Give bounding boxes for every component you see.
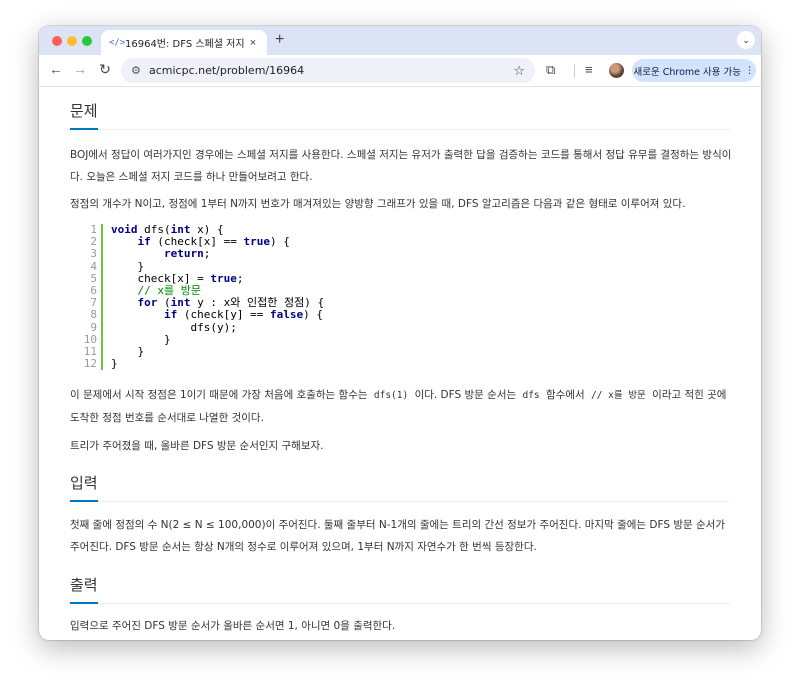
- browser-window: </> 16964번: DFS 스페셜 저지 × + ⌄ ← → ↻ ⚙ acm…: [39, 26, 761, 640]
- new-tab-button[interactable]: +: [275, 31, 284, 49]
- line-number: 3: [83, 248, 103, 261]
- code-line: }: [111, 259, 145, 273]
- reload-icon[interactable]: ↻: [97, 61, 113, 78]
- line-number: 9: [83, 321, 103, 334]
- line-number: 8: [83, 309, 103, 322]
- toolbar-divider: [574, 64, 575, 78]
- output-heading: 출력: [70, 574, 730, 604]
- problem-heading: 문제: [70, 100, 730, 130]
- url-text[interactable]: acmicpc.net/problem/16964: [149, 64, 513, 77]
- tab-search-button[interactable]: ⌄: [737, 31, 755, 49]
- tab-strip: </> 16964번: DFS 스페셜 저지 × + ⌄: [39, 26, 761, 55]
- inline-code: dfs: [522, 390, 540, 401]
- tune-icon[interactable]: ⚙: [131, 64, 149, 77]
- problem-paragraph-2: 정점의 개수가 N이고, 정점에 1부터 N까지 번호가 매겨져있는 양방향 그…: [70, 198, 686, 210]
- media-queue-icon[interactable]: ≡: [585, 62, 593, 77]
- arrow-right-icon[interactable]: →: [72, 61, 88, 77]
- close-window-button[interactable]: [52, 36, 62, 46]
- toolbar: ← → ↻ ⚙ acmicpc.net/problem/16964 ☆ ⧉ ≡ …: [39, 55, 761, 87]
- input-heading: 입력: [70, 472, 730, 502]
- code-line: return;: [163, 247, 211, 261]
- input-paragraph: 첫째 줄에 정점의 수 N(2 ≤ N ≤ 100,000)이 주어진다. 둘째…: [70, 519, 725, 553]
- problem-paragraph-4: 트리가 주어졌을 때, 올바른 DFS 방문 순서인지 구해보자.: [70, 440, 324, 452]
- puzzle-icon[interactable]: ⧉: [546, 62, 555, 78]
- code-line: dfs(y);: [111, 320, 237, 334]
- output-paragraph: 입력으로 주어진 DFS 방문 순서가 올바른 순서면 1, 아니면 0을 출력…: [70, 620, 396, 632]
- line-number: 12: [83, 357, 103, 371]
- inline-code: dfs(1): [373, 390, 409, 401]
- tab-problem[interactable]: </> 16964번: DFS 스페셜 저지 ×: [101, 30, 267, 55]
- more-vert-icon: ⋮: [745, 65, 755, 76]
- chrome-update-button[interactable]: 새로운 Chrome 사용 가능 ⋮: [632, 59, 756, 82]
- minimize-window-button[interactable]: [67, 36, 77, 46]
- address-bar[interactable]: ⚙ acmicpc.net/problem/16964 ☆: [121, 58, 535, 83]
- code-line: }: [111, 357, 118, 371]
- line-number: 4: [83, 260, 103, 273]
- arrow-left-icon[interactable]: ←: [48, 61, 64, 77]
- problem-paragraph-3: 이 문제에서 시작 정점은 1이기 때문에 가장 처음에 호출하는 함수는 df…: [70, 389, 727, 424]
- zoom-window-button[interactable]: [82, 36, 92, 46]
- tab-title: 16964번: DFS 스페셜 저지: [125, 39, 245, 50]
- code-line: if (check[y] == false) {: [163, 308, 323, 322]
- chrome-update-label: 새로운 Chrome 사용 가능: [633, 66, 741, 78]
- page-content: 문제 BOJ에서 정답이 여러가지인 경우에는 스페셜 저지를 사용한다. 스페…: [39, 88, 761, 640]
- avatar[interactable]: [609, 63, 624, 78]
- problem-paragraph-1: BOJ에서 정답이 여러가지인 경우에는 스페셜 저지를 사용한다. 스페셜 저…: [70, 149, 732, 183]
- star-icon[interactable]: ☆: [513, 63, 525, 79]
- code-block: 1 void dfs(int x) { 2 if (check[x] == tru…: [83, 223, 683, 371]
- inline-code: // x를 방문: [590, 390, 646, 401]
- close-tab-icon[interactable]: ×: [247, 37, 259, 49]
- code-favicon-icon: </>: [109, 37, 126, 48]
